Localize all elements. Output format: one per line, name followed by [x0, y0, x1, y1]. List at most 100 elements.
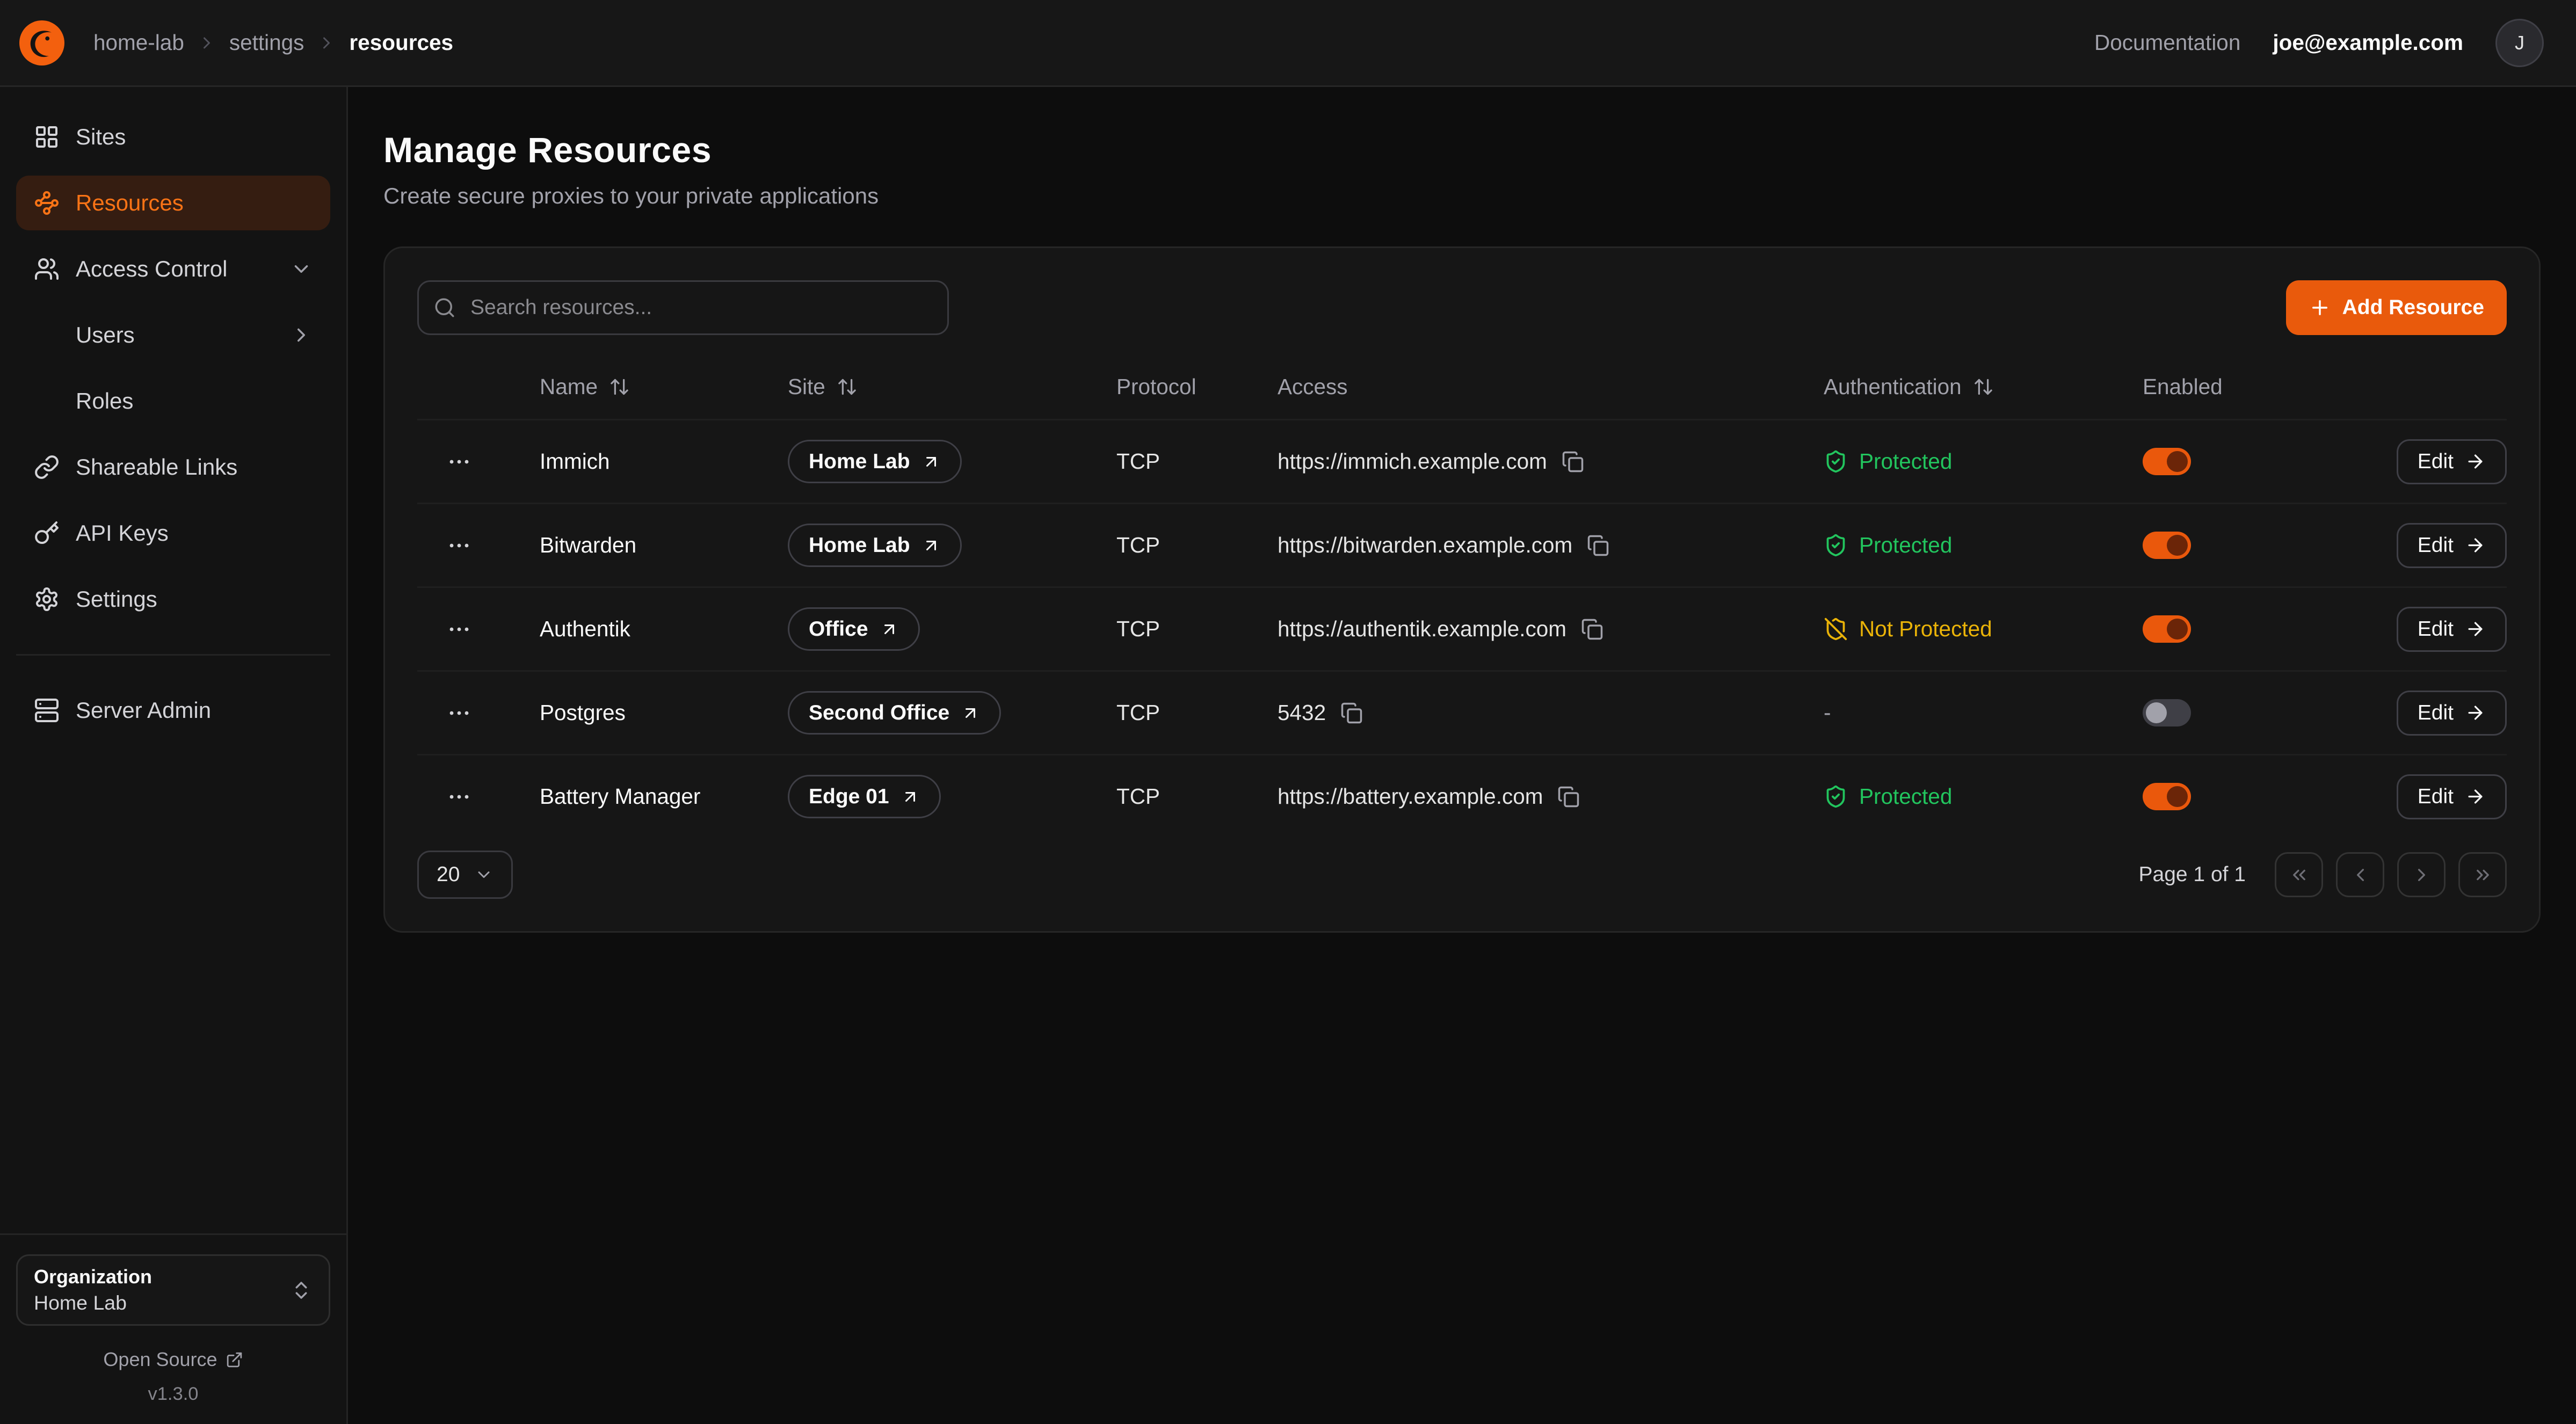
resource-protocol: TCP	[1116, 616, 1278, 642]
auth-status: Protected	[1859, 784, 1952, 809]
main-content: Manage Resources Create secure proxies t…	[348, 87, 2576, 1424]
arrow-right-icon	[2465, 702, 2486, 723]
page-title: Manage Resources	[383, 129, 2541, 171]
avatar[interactable]: J	[2495, 19, 2544, 67]
ellipsis-icon	[446, 533, 472, 558]
site-link-button[interactable]: Home Lab	[788, 524, 962, 567]
cell-menu	[417, 449, 540, 475]
column-header-name[interactable]: Name	[540, 374, 788, 399]
org-picker-value: Home Lab	[34, 1291, 152, 1314]
next-page-button[interactable]	[2397, 852, 2446, 897]
cell-menu	[417, 700, 540, 726]
breadcrumb-item-home-lab[interactable]: home-lab	[93, 30, 184, 55]
table-row-bitwarden: Bitwarden Home Lab TCP https://bitwarden…	[417, 503, 2507, 586]
enabled-toggle[interactable]	[2143, 532, 2191, 559]
sidebar-item-resources[interactable]: Resources	[16, 176, 330, 230]
edit-button[interactable]: Edit	[2397, 523, 2507, 568]
card-toolbar: Add Resource	[417, 280, 2507, 335]
key-icon	[34, 520, 60, 546]
row-menu-button[interactable]	[446, 533, 472, 558]
add-resource-button[interactable]: Add Resource	[2286, 280, 2507, 335]
site-name: Second Office	[809, 701, 949, 725]
organization-picker[interactable]: Organization Home Lab	[16, 1254, 330, 1326]
sidebar-item-shareable-links[interactable]: Shareable Links	[16, 440, 330, 495]
enabled-toggle[interactable]	[2143, 615, 2191, 643]
edit-button[interactable]: Edit	[2397, 774, 2507, 819]
cell-access: https://authentik.example.com	[1278, 616, 1824, 642]
arrow-up-right-icon	[961, 703, 980, 723]
copy-icon	[1562, 451, 1584, 473]
enabled-toggle[interactable]	[2143, 783, 2191, 810]
topbar-left: home-lab settings resources	[16, 17, 453, 69]
resource-name: Authentik	[540, 616, 788, 642]
cell-edit: Edit	[2362, 774, 2507, 819]
copy-button[interactable]	[1562, 451, 1584, 473]
ellipsis-icon	[446, 784, 472, 810]
sidebar-item-server-admin[interactable]: Server Admin	[16, 683, 330, 738]
resource-protocol: TCP	[1116, 700, 1278, 725]
avatar-initial: J	[2515, 32, 2524, 54]
cell-authentication: -	[1824, 700, 2143, 725]
row-menu-button[interactable]	[446, 616, 472, 642]
sidebar-item-sites[interactable]: Sites	[16, 110, 330, 164]
arrow-up-right-icon	[880, 620, 899, 639]
site-link-button[interactable]: Edge 01	[788, 775, 941, 818]
table-row-postgres: Postgres Second Office TCP 5432 - Edit	[417, 670, 2507, 754]
last-page-button[interactable]	[2458, 852, 2507, 897]
sidebar-item-label: Users	[76, 322, 274, 348]
enabled-toggle[interactable]	[2143, 448, 2191, 475]
site-link-button[interactable]: Second Office	[788, 691, 1001, 735]
open-source-link[interactable]: Open Source	[16, 1348, 330, 1371]
column-header-authentication[interactable]: Authentication	[1824, 374, 2143, 399]
edit-button[interactable]: Edit	[2397, 439, 2507, 484]
cell-enabled	[2143, 615, 2362, 643]
sidebar: Sites Resources Access Control Users Roles Sh…	[0, 87, 348, 1424]
page-size-select[interactable]: 20	[417, 851, 513, 899]
edit-label: Edit	[2418, 785, 2454, 809]
previous-page-button[interactable]	[2336, 852, 2384, 897]
copy-icon	[1587, 534, 1609, 557]
cell-menu	[417, 784, 540, 810]
copy-icon	[1557, 786, 1580, 808]
sidebar-item-access-control[interactable]: Access Control	[16, 242, 330, 296]
external-link-icon	[226, 1351, 243, 1369]
breadcrumb-item-resources[interactable]: resources	[349, 30, 453, 55]
sidebar-item-roles[interactable]: Roles	[16, 374, 330, 428]
chevron-right-icon	[2411, 864, 2432, 885]
row-menu-button[interactable]	[446, 449, 472, 475]
waypoints-icon	[34, 190, 60, 216]
row-menu-button[interactable]	[446, 784, 472, 810]
sidebar-item-label: API Keys	[76, 520, 313, 546]
copy-button[interactable]	[1340, 702, 1363, 724]
first-page-button[interactable]	[2275, 852, 2323, 897]
breadcrumb-item-settings[interactable]: settings	[229, 30, 304, 55]
sidebar-item-users[interactable]: Users	[16, 308, 330, 362]
site-link-button[interactable]: Office	[788, 607, 920, 651]
column-header-site[interactable]: Site	[788, 374, 1116, 399]
sort-icon	[837, 376, 858, 397]
sidebar-item-api-keys[interactable]: API Keys	[16, 506, 330, 561]
row-menu-button[interactable]	[446, 700, 472, 726]
site-link-button[interactable]: Home Lab	[788, 440, 962, 483]
ellipsis-icon	[446, 616, 472, 642]
edit-button[interactable]: Edit	[2397, 607, 2507, 652]
sidebar-item-settings[interactable]: Settings	[16, 572, 330, 627]
shell: Sites Resources Access Control Users Roles Sh…	[0, 87, 2576, 1424]
search-input[interactable]	[417, 280, 949, 335]
copy-button[interactable]	[1557, 786, 1580, 808]
copy-button[interactable]	[1581, 618, 1603, 641]
plus-icon	[2309, 296, 2331, 319]
copy-button[interactable]	[1587, 534, 1609, 557]
ellipsis-icon	[446, 700, 472, 726]
edit-button[interactable]: Edit	[2397, 691, 2507, 736]
app-logo-icon[interactable]	[16, 17, 68, 69]
search-icon	[433, 296, 456, 319]
enabled-toggle[interactable]	[2143, 699, 2191, 726]
page-subtitle: Create secure proxies to your private ap…	[383, 180, 2541, 211]
user-email[interactable]: joe@example.com	[2273, 30, 2463, 55]
shield-check-icon	[1824, 449, 1848, 474]
documentation-link[interactable]: Documentation	[2094, 30, 2240, 55]
resource-name: Postgres	[540, 700, 788, 725]
resource-protocol: TCP	[1116, 449, 1278, 474]
chevrons-up-down-icon	[290, 1279, 313, 1302]
